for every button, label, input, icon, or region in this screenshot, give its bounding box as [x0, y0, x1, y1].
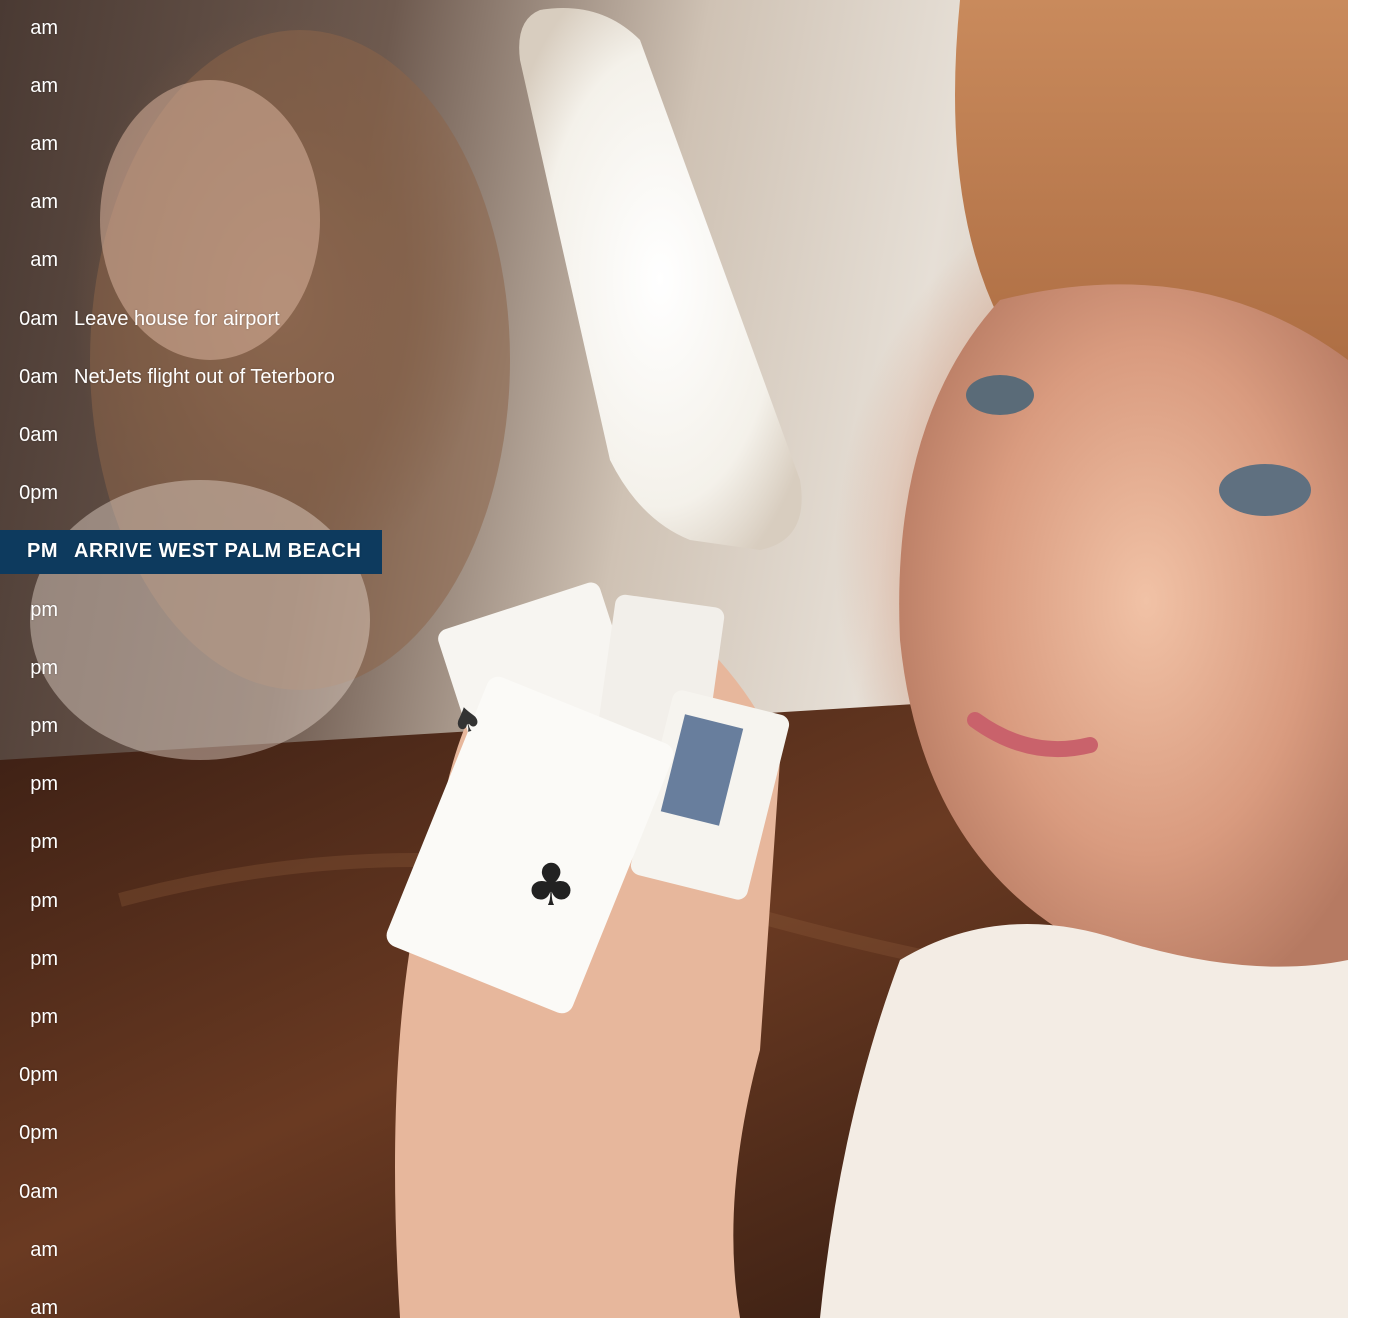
schedule-time: 0am: [19, 365, 58, 388]
schedule-time: am: [30, 191, 58, 214]
schedule-time: 0am: [19, 1180, 58, 1203]
schedule-time: PM: [27, 540, 58, 563]
schedule-row: 0pm: [0, 1054, 382, 1098]
schedule-time: 0am: [19, 423, 58, 446]
schedule-row: am: [0, 1228, 382, 1272]
schedule-time: 0am: [19, 307, 58, 330]
schedule-time: am: [30, 74, 58, 97]
schedule-list: am am am am am 0am Leave house for airport 0am N…: [0, 0, 420, 1318]
schedule-row: pm: [0, 646, 382, 690]
schedule-time: pm: [30, 598, 58, 621]
svg-text:♣: ♣: [525, 851, 577, 919]
schedule-time: pm: [30, 831, 58, 854]
schedule-event: Leave house for airport: [74, 307, 280, 330]
schedule-row: 0am: [0, 413, 382, 457]
schedule-event: NetJets flight out of Teterboro: [74, 365, 335, 388]
schedule-row: 0am Leave house for airport: [0, 297, 382, 341]
schedule-row: pm: [0, 821, 382, 865]
schedule-row: pm: [0, 704, 382, 748]
photo-background: ♠ ♣ am am am am am 0am Leave house for airport…: [0, 0, 1348, 1318]
schedule-row: am: [0, 239, 382, 283]
schedule-row: 0am NetJets flight out of Teterboro: [0, 355, 382, 399]
schedule-row: pm: [0, 879, 382, 923]
schedule-row: 0pm: [0, 472, 382, 516]
schedule-time: am: [30, 1296, 58, 1318]
schedule-time: pm: [30, 714, 58, 737]
schedule-time: 0pm: [19, 1122, 58, 1145]
window-shape: [519, 8, 802, 550]
schedule-row: am: [0, 122, 382, 166]
schedule-time: 0pm: [19, 482, 58, 505]
schedule-row: am: [0, 6, 382, 50]
schedule-row: pm: [0, 588, 382, 632]
schedule-time: am: [30, 16, 58, 39]
schedule-row: am: [0, 64, 382, 108]
schedule-row: pm: [0, 763, 382, 807]
schedule-time: am: [30, 249, 58, 272]
schedule-row-highlight: PM ARRIVE WEST PALM BEACH: [0, 529, 382, 574]
schedule-time: pm: [30, 889, 58, 912]
schedule-event: ARRIVE WEST PALM BEACH: [74, 540, 362, 563]
schedule-time: 0pm: [19, 1064, 58, 1087]
schedule-time: pm: [30, 947, 58, 970]
schedule-time: pm: [30, 1005, 58, 1028]
schedule-row: am: [0, 1286, 382, 1318]
schedule-row: pm: [0, 937, 382, 981]
schedule-time: am: [30, 1238, 58, 1261]
schedule-time: pm: [30, 656, 58, 679]
schedule-row: am: [0, 181, 382, 225]
schedule-row: 0pm: [0, 1112, 382, 1156]
schedule-time: am: [30, 132, 58, 155]
schedule-row: pm: [0, 995, 382, 1039]
schedule-row: 0am: [0, 1170, 382, 1214]
schedule-time: pm: [30, 773, 58, 796]
